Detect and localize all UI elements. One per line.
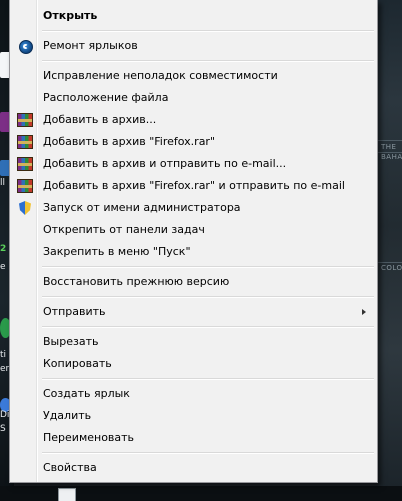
winrar-icon: [17, 179, 33, 193]
winrar-icon: [17, 157, 33, 171]
desktop-icon-label: 2: [0, 244, 7, 254]
menu-item-add-to-firefox-rar[interactable]: Добавить в архив "Firefox.rar": [13, 131, 374, 153]
map-label: COLOMB: [381, 264, 402, 272]
menu-item-label: Ремонт ярлыков: [43, 39, 138, 52]
menu-item-label: Удалить: [43, 409, 92, 422]
menu-item-send-to[interactable]: Отправить: [13, 301, 374, 323]
menu-item-label: Копировать: [43, 357, 112, 370]
menu-separator: [42, 30, 374, 32]
menu-item-label: Создать ярлык: [43, 387, 130, 400]
menu-item-add-to-archive[interactable]: Добавить в архив...: [13, 109, 374, 131]
menu-item-cut[interactable]: Вырезать: [13, 331, 374, 353]
map-label: BAHAMAS: [381, 153, 402, 161]
map-border-line: [378, 262, 402, 263]
menu-item-label: Отправить: [43, 305, 106, 318]
menu-item-properties[interactable]: Свойства: [13, 457, 374, 479]
menu-separator: [42, 60, 374, 62]
admin-shield-icon: [19, 201, 31, 215]
menu-item-pin-start[interactable]: Закрепить в меню "Пуск": [13, 241, 374, 263]
menu-item-label: Открепить от панели задач: [43, 223, 205, 236]
menu-item-label: Исправление неполадок совместимости: [43, 69, 278, 82]
menu-item-troubleshoot-compatibility[interactable]: Исправление неполадок совместимости: [13, 65, 374, 87]
menu-item-rename[interactable]: Переименовать: [13, 427, 374, 449]
menu-item-label: Добавить в архив и отправить по e-mail..…: [43, 157, 287, 170]
repair-icon: [19, 40, 33, 54]
menu-item-open[interactable]: Открыть: [13, 5, 374, 27]
menu-item-create-shortcut[interactable]: Создать ярлык: [13, 383, 374, 405]
menu-item-label: Добавить в архив "Firefox.rar": [43, 135, 216, 148]
context-menu: Открыть Ремонт ярлыков Исправление непол…: [9, 0, 378, 483]
menu-separator: [42, 266, 374, 268]
menu-item-label: Запуск от имени администратора: [43, 201, 241, 214]
document-icon[interactable]: [58, 488, 76, 501]
menu-item-repair-shortcuts[interactable]: Ремонт ярлыков: [13, 35, 374, 57]
menu-item-label: Закрепить в меню "Пуск": [43, 245, 191, 258]
desktop-icon-label: ll: [0, 178, 6, 188]
menu-item-delete[interactable]: Удалить: [13, 405, 374, 427]
desktop-icon-label: ti: [0, 350, 7, 360]
menu-item-label: Свойства: [43, 461, 97, 474]
desktop-icon-label: e: [0, 262, 6, 272]
world-map-wallpaper: [378, 0, 402, 501]
menu-separator: [42, 296, 374, 298]
menu-item-label: Вырезать: [43, 335, 99, 348]
menu-item-file-location[interactable]: Расположение файла: [13, 87, 374, 109]
menu-separator: [42, 452, 374, 454]
menu-item-add-to-firefox-rar-and-email[interactable]: Добавить в архив "Firefox.rar" и отправи…: [13, 175, 374, 197]
menu-item-label: Открыть: [43, 9, 98, 22]
menu-item-label: Добавить в архив...: [43, 113, 157, 126]
menu-item-label: Переименовать: [43, 431, 135, 444]
menu-item-label: Расположение файла: [43, 91, 169, 104]
winrar-icon: [17, 135, 33, 149]
menu-item-label: Добавить в архив "Firefox.rar" и отправи…: [43, 179, 345, 192]
menu-separator: [42, 326, 374, 328]
desktop-icon-label: S: [0, 424, 6, 434]
submenu-arrow-icon: [362, 309, 366, 315]
menu-item-copy[interactable]: Копировать: [13, 353, 374, 375]
menu-item-label: Восстановить прежнюю версию: [43, 275, 230, 288]
winrar-icon: [17, 113, 33, 127]
menu-separator: [42, 378, 374, 380]
menu-item-run-as-admin[interactable]: Запуск от имени администратора: [13, 197, 374, 219]
map-label: THE: [381, 143, 397, 151]
menu-item-restore-previous-version[interactable]: Восстановить прежнюю версию: [13, 271, 374, 293]
menu-item-unpin-taskbar[interactable]: Открепить от панели задач: [13, 219, 374, 241]
menu-item-add-to-archive-and-email[interactable]: Добавить в архив и отправить по e-mail..…: [13, 153, 374, 175]
map-border-line: [378, 140, 402, 141]
